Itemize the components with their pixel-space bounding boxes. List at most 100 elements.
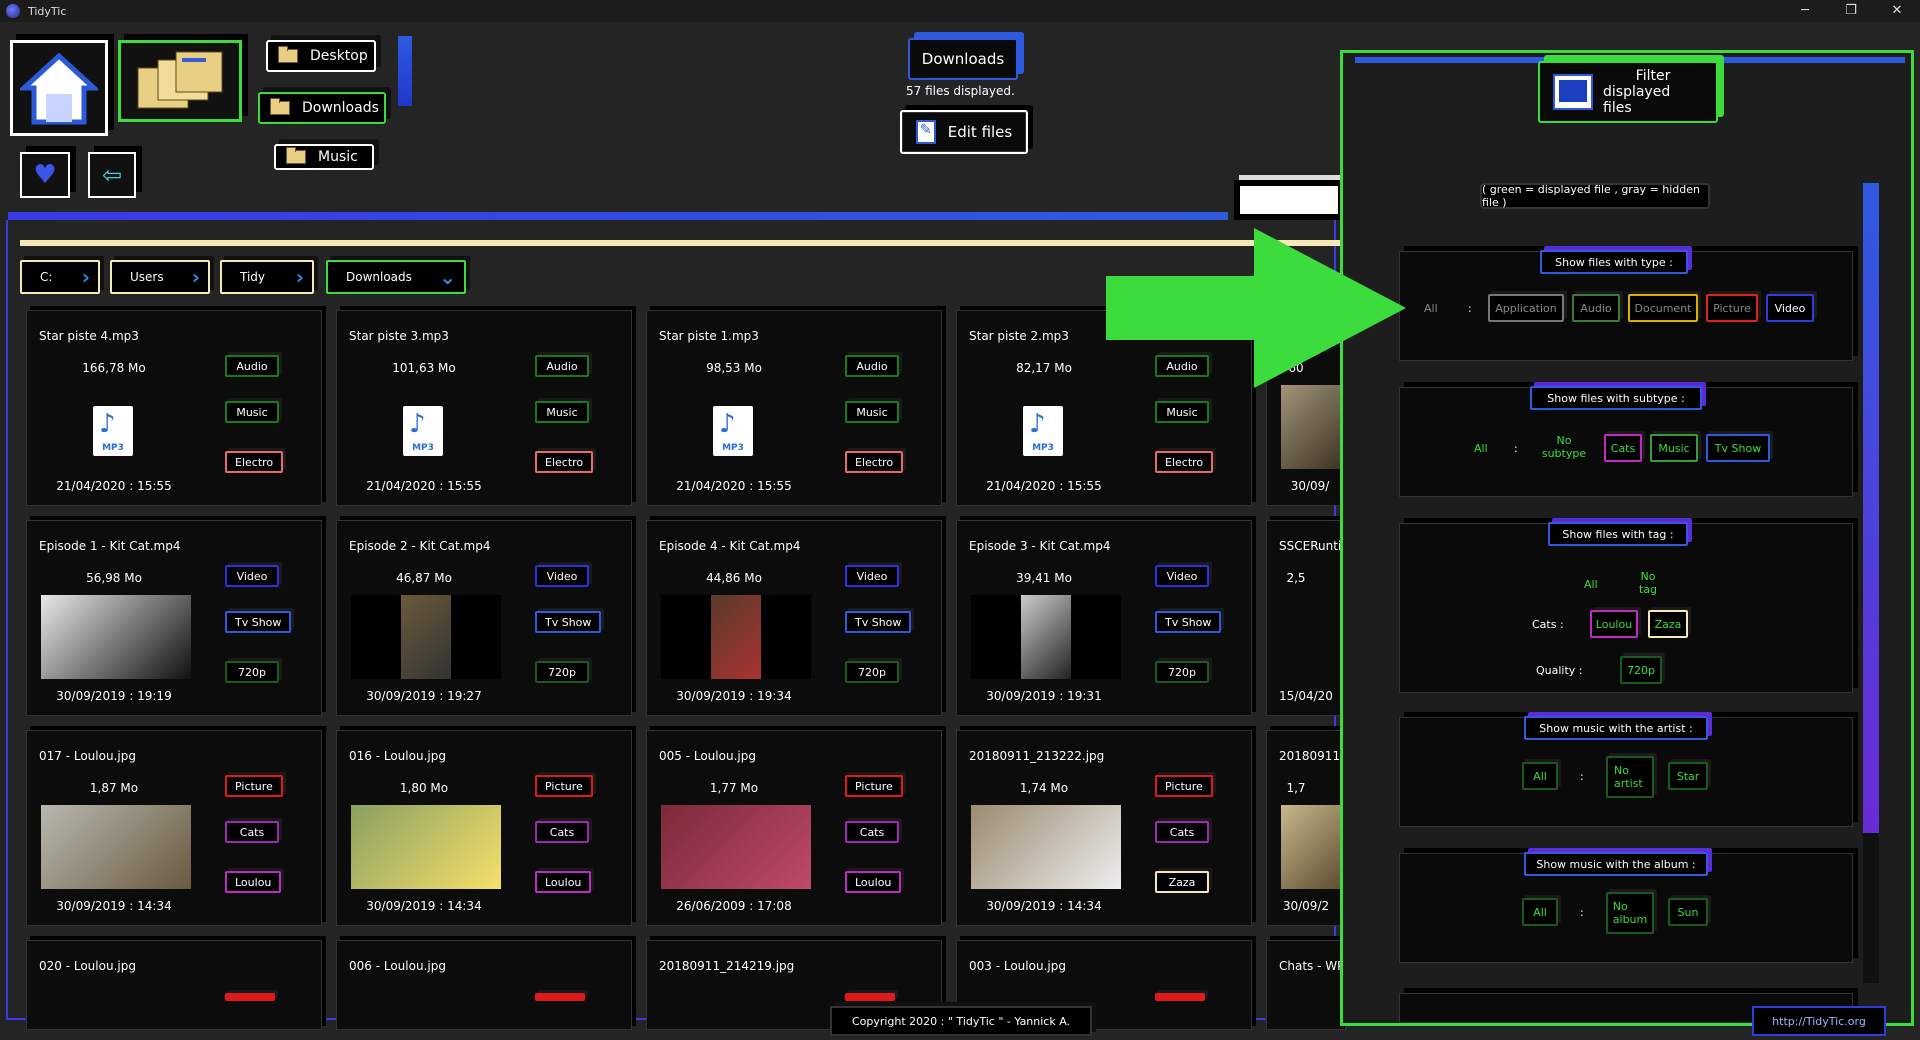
album-none[interactable]: No album: [1606, 892, 1654, 934]
panel-scrollbar[interactable]: [1863, 183, 1879, 833]
tag-zaza[interactable]: Zaza: [1648, 610, 1688, 638]
file-tag[interactable]: Cats: [845, 821, 899, 843]
tag-720p[interactable]: 720p: [1620, 656, 1662, 684]
album-all[interactable]: All: [1522, 898, 1558, 926]
file-tag[interactable]: Picture: [1155, 775, 1213, 797]
file-card[interactable]: Episode 1 - Kit Cat.mp4 56,98 Mo 30/09/201…: [26, 520, 322, 716]
quick-downloads-button[interactable]: Downloads: [258, 92, 386, 124]
subtype-music[interactable]: Music: [1650, 434, 1698, 462]
breadcrumb-item[interactable]: C: ›: [20, 260, 100, 294]
filter-files-button[interactable]: Filter displayed files: [1538, 61, 1718, 123]
file-tag[interactable]: [535, 993, 585, 1001]
file-tag[interactable]: Audio: [225, 355, 279, 377]
file-tag[interactable]: Video: [535, 565, 589, 587]
file-tag[interactable]: Music: [225, 401, 279, 423]
file-size: 98,53 Mo: [706, 361, 762, 375]
file-tag[interactable]: Video: [845, 565, 899, 587]
file-card[interactable]: 005 - Loulou.jpg 1,77 Mo 26/06/2009 : 17:0…: [646, 730, 942, 926]
explorer-button[interactable]: [118, 40, 242, 122]
file-card[interactable]: 006 - Loulou.jpg: [336, 940, 632, 1030]
favorites-button[interactable]: ♥: [20, 152, 70, 198]
file-card-partial[interactable]: 20180911_21 1,7 30/09/2: [1266, 730, 1361, 926]
file-tag[interactable]: Tv Show: [225, 611, 292, 633]
maximize-button[interactable]: ❐: [1828, 0, 1874, 22]
subtype-cats[interactable]: Cats: [1604, 434, 1642, 462]
file-tag[interactable]: Electro: [1155, 451, 1214, 473]
file-tag[interactable]: Video: [1155, 565, 1209, 587]
file-tag[interactable]: Video: [225, 565, 279, 587]
file-tag[interactable]: Picture: [845, 775, 903, 797]
type-document[interactable]: Document: [1628, 294, 1698, 322]
type-picture[interactable]: Picture: [1706, 294, 1758, 322]
file-card[interactable]: Star piste 4.mp3 166,78 Mo 21/04/2020 : 15…: [26, 310, 322, 506]
file-tag[interactable]: Cats: [535, 821, 589, 843]
file-card[interactable]: 017 - Loulou.jpg 1,87 Mo 30/09/2019 : 14:3…: [26, 730, 322, 926]
back-button[interactable]: ⇦: [88, 152, 136, 198]
tag-none[interactable]: No tag: [1634, 570, 1662, 596]
file-card[interactable]: 20180911_213222.jpg 1,74 Mo 30/09/2019 : 1…: [956, 730, 1252, 926]
file-card[interactable]: Star piste 3.mp3 101,63 Mo 21/04/2020 : 15…: [336, 310, 632, 506]
file-tag[interactable]: Zaza: [1155, 871, 1209, 893]
album-sun[interactable]: Sun: [1668, 898, 1708, 926]
file-tag[interactable]: Audio: [535, 355, 589, 377]
file-tag[interactable]: Electro: [535, 451, 594, 473]
file-tag[interactable]: Music: [535, 401, 589, 423]
file-tag[interactable]: Music: [845, 401, 899, 423]
file-tag[interactable]: 720p: [535, 661, 589, 683]
type-audio[interactable]: Audio: [1572, 294, 1620, 322]
file-tag[interactable]: Picture: [535, 775, 593, 797]
file-tag[interactable]: [225, 993, 275, 1001]
file-tag[interactable]: [845, 993, 895, 1001]
file-card-partial[interactable]: Chats - WP: [1266, 940, 1346, 1030]
subtype-tvshow[interactable]: Tv Show: [1706, 434, 1770, 462]
file-tag[interactable]: Electro: [225, 451, 284, 473]
file-card-partial[interactable]: SSCERuntime 2,5 15/04/20: [1266, 520, 1360, 716]
file-size: 39,41 Mo: [1016, 571, 1072, 585]
quick-desktop-button[interactable]: Desktop: [266, 40, 376, 72]
website-link[interactable]: http://TidyTic.org: [1752, 1006, 1886, 1036]
file-tag[interactable]: Tv Show: [845, 611, 912, 633]
file-tag[interactable]: Cats: [225, 821, 279, 843]
file-tag[interactable]: Tv Show: [535, 611, 602, 633]
file-card[interactable]: 020 - Loulou.jpg: [26, 940, 322, 1030]
file-card[interactable]: Episode 4 - Kit Cat.mp4 44,86 Mo 30/09/201…: [646, 520, 942, 716]
file-tag[interactable]: Loulou: [225, 871, 282, 893]
breadcrumb-item[interactable]: Tidy ›: [220, 260, 314, 294]
artist-none[interactable]: No artist: [1606, 756, 1654, 798]
tag-all[interactable]: All: [1584, 578, 1598, 591]
artist-star[interactable]: Star: [1668, 762, 1708, 790]
file-tag[interactable]: [1155, 993, 1205, 1001]
type-application[interactable]: Application: [1488, 294, 1564, 322]
file-card[interactable]: Episode 2 - Kit Cat.mp4 46,87 Mo 30/09/201…: [336, 520, 632, 716]
artist-all[interactable]: All: [1522, 762, 1558, 790]
file-tag[interactable]: Loulou: [845, 871, 902, 893]
edit-files-button[interactable]: ✎ Edit files: [900, 110, 1028, 154]
type-video[interactable]: Video: [1766, 294, 1814, 322]
tag-loulou[interactable]: Loulou: [1590, 610, 1638, 638]
file-tag[interactable]: 720p: [225, 661, 279, 683]
quick-music-button[interactable]: Music: [274, 144, 374, 170]
file-tag[interactable]: Tv Show: [1155, 611, 1222, 633]
file-tag[interactable]: Loulou: [535, 871, 592, 893]
home-button[interactable]: [10, 40, 108, 136]
type-all[interactable]: All: [1424, 302, 1438, 315]
filter-type-heading: Show files with type :: [1540, 250, 1688, 274]
file-tag[interactable]: Cats: [1155, 821, 1209, 843]
file-tag[interactable]: Audio: [845, 355, 899, 377]
breadcrumb-item[interactable]: Downloads ⌄: [326, 260, 466, 294]
minimize-button[interactable]: ─: [1782, 0, 1828, 22]
file-tag[interactable]: 720p: [1155, 661, 1209, 683]
file-card[interactable]: 016 - Loulou.jpg 1,80 Mo 30/09/2019 : 14:3…: [336, 730, 632, 926]
close-button[interactable]: ✕: [1874, 0, 1920, 22]
search-input[interactable]: [1234, 180, 1344, 220]
file-tag[interactable]: Picture: [225, 775, 283, 797]
file-card[interactable]: Star piste 1.mp3 98,53 Mo 21/04/2020 : 15:…: [646, 310, 942, 506]
file-tag[interactable]: Electro: [845, 451, 904, 473]
file-card[interactable]: Episode 3 - Kit Cat.mp4 39,41 Mo 30/09/201…: [956, 520, 1252, 716]
file-tag[interactable]: Music: [1155, 401, 1209, 423]
subtype-none[interactable]: No subtype: [1538, 434, 1590, 460]
subtype-all[interactable]: All: [1474, 442, 1488, 455]
artist-colon: :: [1580, 770, 1584, 783]
breadcrumb-item[interactable]: Users ›: [110, 260, 210, 294]
file-tag[interactable]: 720p: [845, 661, 899, 683]
